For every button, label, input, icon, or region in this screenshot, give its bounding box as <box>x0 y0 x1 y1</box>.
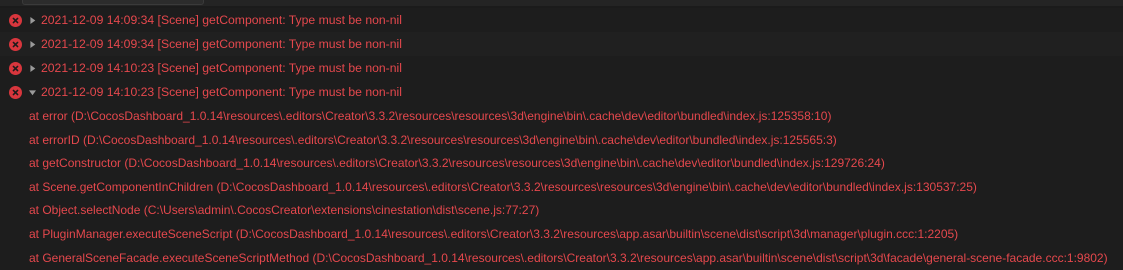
expand-arrow-icon[interactable] <box>27 15 37 25</box>
collapse-arrow-icon[interactable] <box>27 87 37 97</box>
log-message: 2021-12-09 14:09:34 [Scene] getComponent… <box>41 13 402 27</box>
stack-line: at GeneralSceneFacade.executeSceneScript… <box>29 250 1108 265</box>
log-message: 2021-12-09 14:09:34 [Scene] getComponent… <box>41 37 402 51</box>
error-icon <box>9 37 22 51</box>
stack-line: at Object.selectNode (C:\Users\admin\.Co… <box>29 203 540 218</box>
log-entry[interactable]: 2021-12-09 14:10:23 [Scene] getComponent… <box>0 56 1123 80</box>
stack-line: at errorID (D:\CocosDashboard_1.0.14\res… <box>29 132 837 147</box>
console-toolbar-strip <box>0 0 1123 6</box>
log-entry[interactable]: 2021-12-09 14:09:34 [Scene] getComponent… <box>0 32 1123 56</box>
expand-arrow-icon[interactable] <box>27 63 37 73</box>
log-message: 2021-12-09 14:10:23 [Scene] getComponent… <box>41 85 402 99</box>
error-icon <box>9 13 22 27</box>
stack-line: at Scene.getComponentInChildren (D:\Coco… <box>29 179 977 194</box>
log-entry[interactable]: 2021-12-09 14:09:34 [Scene] getComponent… <box>0 8 1123 32</box>
stack-line: at getConstructor (D:\CocosDashboard_1.0… <box>29 156 885 171</box>
log-entry-expanded[interactable]: 2021-12-09 14:10:23 [Scene] getComponent… <box>0 80 1123 104</box>
console-log-list[interactable]: 2021-12-09 14:09:34 [Scene] getComponent… <box>0 8 1123 270</box>
toolbar-tab-edge <box>22 0 204 5</box>
stack-trace: at error (D:\CocosDashboard_1.0.14\resou… <box>0 104 1123 270</box>
error-icon <box>9 61 22 75</box>
error-icon <box>9 85 22 99</box>
expand-arrow-icon[interactable] <box>27 39 37 49</box>
stack-line: at error (D:\CocosDashboard_1.0.14\resou… <box>29 109 832 123</box>
stack-line: at PluginManager.executeSceneScript (D:\… <box>29 226 959 241</box>
log-message: 2021-12-09 14:10:23 [Scene] getComponent… <box>41 61 402 75</box>
